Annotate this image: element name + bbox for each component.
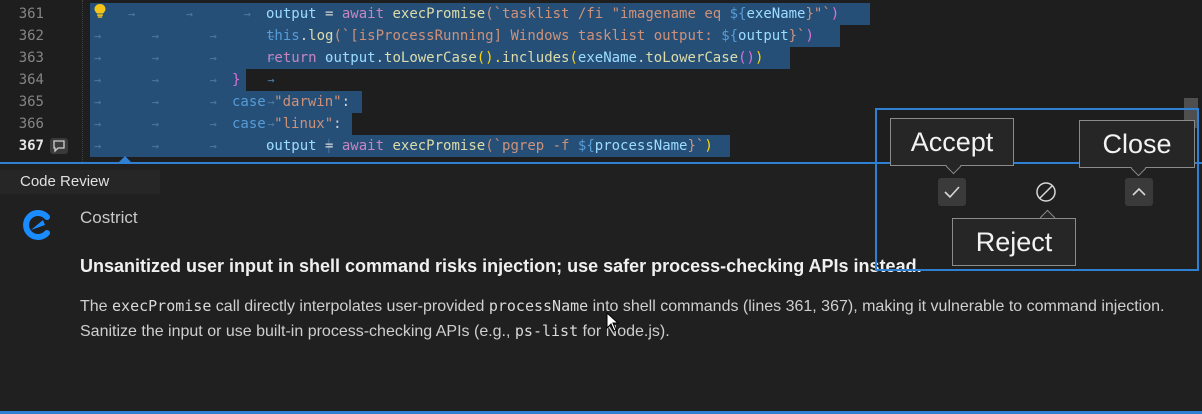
review-author: Costrict	[80, 208, 138, 227]
line-number: 364	[18, 72, 44, 88]
code-text: case "darwin":	[232, 94, 351, 110]
line-number: 365	[18, 94, 44, 110]
mouse-cursor-icon	[606, 312, 620, 332]
code-line[interactable]: 361 → → → → output = await execPromise(`…	[0, 3, 1202, 25]
line-number: 361	[18, 6, 44, 22]
check-icon	[944, 186, 960, 199]
whitespace-marker: → → → →	[94, 73, 275, 87]
line-number: 363	[18, 50, 44, 66]
reject-button[interactable]	[1032, 178, 1060, 206]
code-text: output = await execPromise(`pgrep -f ${p…	[266, 138, 713, 154]
chevron-up-icon	[1132, 187, 1146, 196]
review-body: The execPromise call directly interpolat…	[80, 297, 1165, 340]
lightbulb-icon[interactable]	[94, 4, 106, 18]
line-number: 367	[18, 138, 44, 154]
code-line[interactable]: 363 → → → → → return output.toLowerCase(…	[0, 47, 1202, 69]
reject-tooltip: Reject	[952, 218, 1076, 266]
line-number: 362	[18, 28, 44, 44]
code-text: case "linux":	[232, 116, 342, 132]
code-text: output = await execPromise(`tasklist /fi…	[266, 6, 840, 22]
accept-button[interactable]	[938, 178, 966, 206]
comment-icon[interactable]	[50, 138, 68, 154]
close-button[interactable]	[1125, 178, 1153, 206]
review-actions-frame: Accept Close Reject	[875, 108, 1199, 271]
code-line[interactable]: 364 → → → → }	[0, 69, 1202, 91]
code-text: }	[232, 72, 241, 88]
circle-slash-icon	[1036, 182, 1056, 202]
panel-title: Code Review	[0, 170, 160, 194]
line-number: 366	[18, 116, 44, 132]
inline-code: processName	[488, 297, 589, 315]
costrict-logo-icon	[23, 210, 50, 240]
inline-code: ps-list	[514, 322, 579, 340]
code-text: return output.toLowerCase().includes(exe…	[266, 50, 764, 66]
code-text: this.log(`[isProcessRunning] Windows tas…	[266, 28, 814, 44]
inline-code: execPromise	[112, 297, 212, 315]
code-line[interactable]: 362 → → → → → this.log(`[isProcessRunnin…	[0, 25, 1202, 47]
